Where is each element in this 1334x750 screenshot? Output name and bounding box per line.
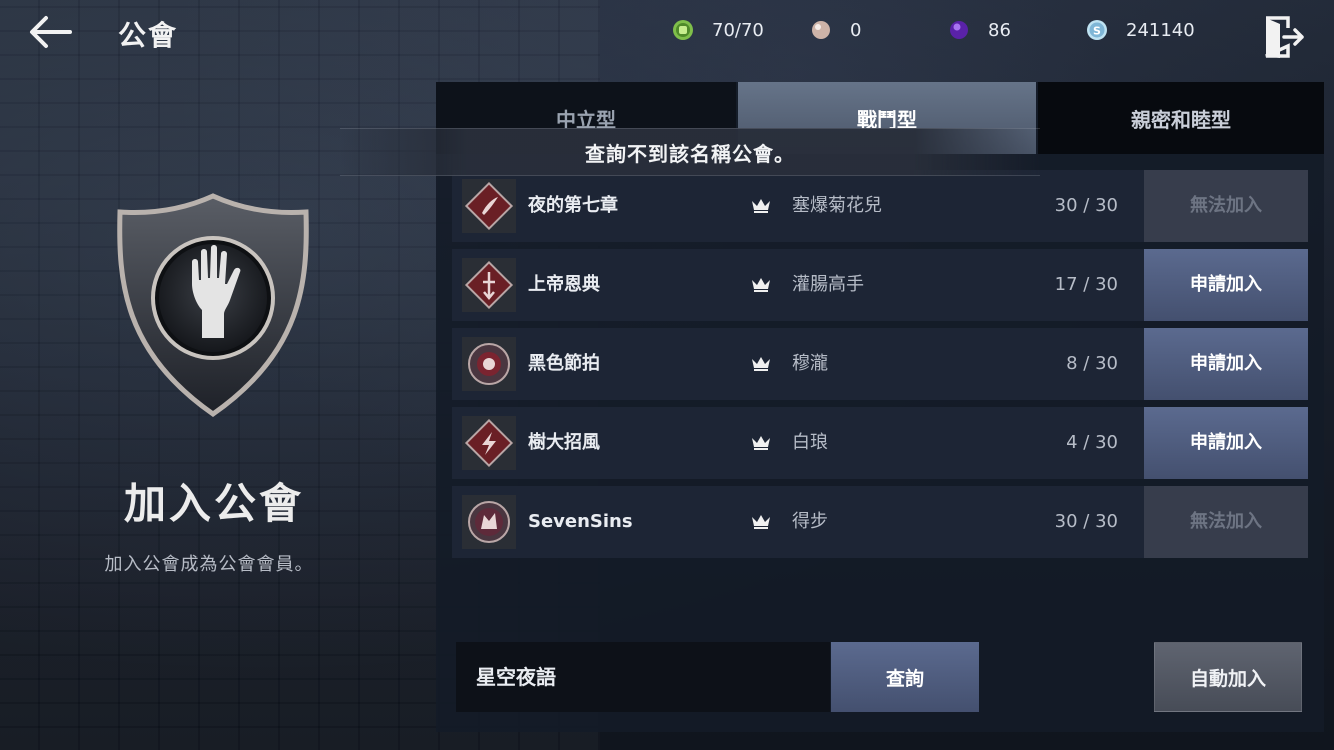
exit-door-icon (1265, 16, 1304, 58)
resource-value: 241140 (1126, 19, 1195, 41)
guild-leader: 白琅 (792, 432, 828, 453)
resource-value: 70/70 (712, 19, 764, 41)
join-guild-title: 加入公會 (123, 479, 304, 528)
stamina-fist-icon (673, 20, 693, 40)
auto-join-button[interactable]: 自動加入 (1154, 642, 1302, 712)
guild-leader: 得步 (792, 511, 828, 532)
guild-name: SevenSins (528, 511, 633, 532)
member-count: 4 / 30 (1066, 432, 1118, 453)
resource-gem: 86 (948, 16, 1094, 44)
apply-join-button[interactable]: 申請加入 (1144, 328, 1308, 400)
apply-join-button[interactable]: 申請加入 (1144, 249, 1308, 321)
guild-row: 上帝恩典 灌腸高手 17 / 30 申請加入 (452, 249, 1308, 321)
guild-hand-shield-icon (112, 192, 314, 418)
resource-pearl: 0 (810, 16, 956, 44)
circle-crest-icon (462, 337, 516, 391)
resource-value: 86 (988, 19, 1011, 41)
guild-row: 黑色節拍 穆瀧 8 / 30 申請加入 (452, 328, 1308, 400)
resource-silver: S 241140 (1086, 16, 1232, 44)
purple-gem-icon (950, 21, 968, 39)
guild-leader: 塞爆菊花兒 (792, 195, 882, 216)
resource-value: 0 (850, 19, 862, 41)
guild-name: 黑色節拍 (528, 353, 600, 374)
member-count: 30 / 30 (1054, 195, 1118, 216)
member-count: 8 / 30 (1066, 353, 1118, 374)
page-title: 公會 (118, 19, 179, 52)
wolf-crest-icon (462, 495, 516, 549)
guild-row: SevenSins 得步 30 / 30 無法加入 (452, 486, 1308, 558)
guild-search-input[interactable] (476, 642, 816, 712)
join-guild-subtitle: 加入公會成為公會會員。 (104, 554, 314, 575)
member-count: 30 / 30 (1054, 511, 1118, 532)
resource-stamina: 70/70 (672, 16, 818, 44)
guild-name: 樹大招風 (528, 432, 600, 453)
crown-icon (752, 199, 770, 213)
lightning-crest-icon (462, 416, 516, 470)
crown-icon (752, 357, 770, 371)
crown-icon (752, 436, 770, 450)
guild-row: 樹大招風 白琅 4 / 30 申請加入 (452, 407, 1308, 479)
join-button-disabled[interactable]: 無法加入 (1144, 486, 1308, 558)
guild-name: 夜的第七章 (528, 195, 618, 216)
exit-button[interactable] (1262, 14, 1306, 60)
svg-text:S: S (1093, 25, 1101, 38)
sword-crest-icon (462, 258, 516, 312)
member-count: 17 / 30 (1054, 274, 1118, 295)
not-found-toast: 查詢不到該名稱公會。 (340, 128, 1040, 176)
crown-icon (752, 515, 770, 529)
tab-friendly[interactable]: 親密和睦型 (1038, 82, 1324, 154)
search-button[interactable]: 查詢 (831, 642, 979, 712)
guild-search-box[interactable] (456, 642, 830, 712)
wing-crest-icon (462, 179, 516, 233)
guild-row: 夜的第七章 塞爆菊花兒 30 / 30 無法加入 (452, 170, 1308, 242)
guild-leader: 灌腸高手 (792, 274, 864, 295)
back-button[interactable] (26, 12, 76, 52)
back-arrow-icon (30, 16, 72, 48)
pearl-icon (812, 21, 830, 39)
silver-coin-icon: S (1087, 20, 1107, 40)
crown-icon (752, 278, 770, 292)
guild-name: 上帝恩典 (528, 274, 600, 295)
join-button-disabled[interactable]: 無法加入 (1144, 170, 1308, 242)
guild-leader: 穆瀧 (792, 353, 828, 374)
apply-join-button[interactable]: 申請加入 (1144, 407, 1308, 479)
